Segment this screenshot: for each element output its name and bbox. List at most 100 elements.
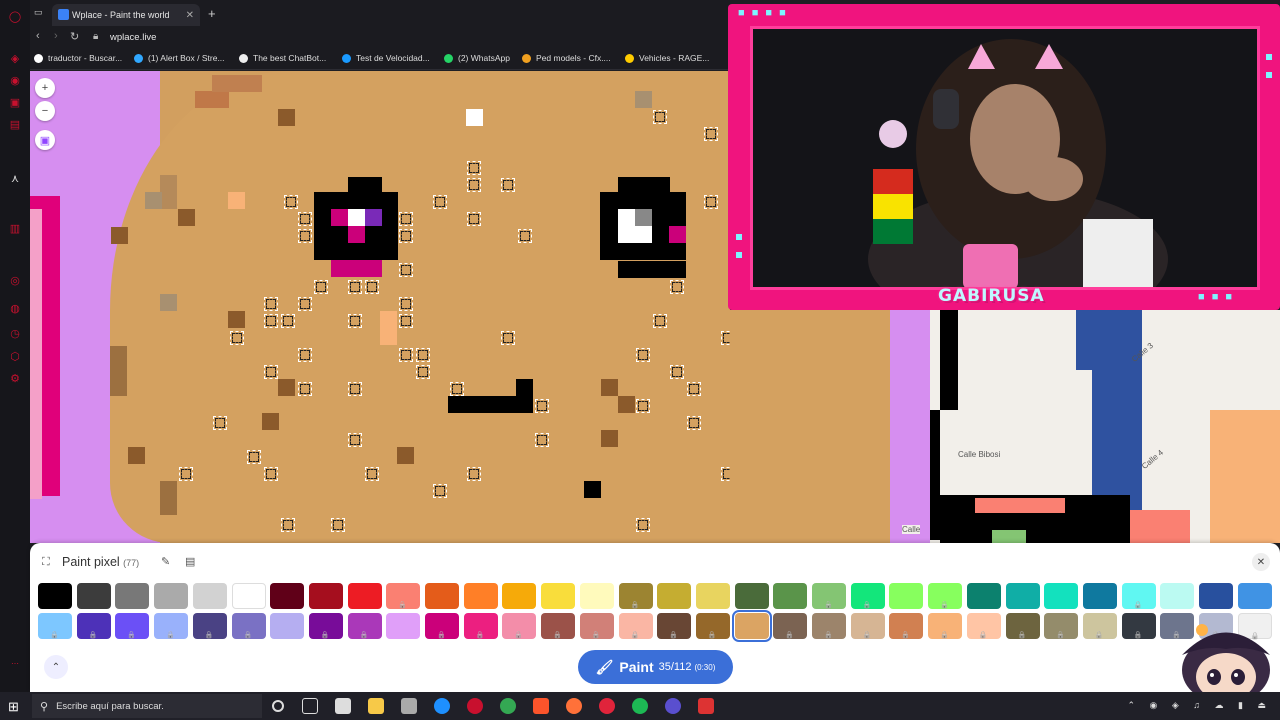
- map-region[interactable]: Calle 3 Calle Bibosi Calle 4 Calle: [730, 310, 1280, 543]
- color-swatch[interactable]: [812, 613, 846, 639]
- color-swatch[interactable]: [76, 613, 111, 639]
- pending-pixel[interactable]: [636, 399, 650, 413]
- bookmark-item[interactable]: traductor - Buscar...: [34, 53, 122, 63]
- color-swatch[interactable]: [502, 613, 537, 639]
- color-swatch[interactable]: [1005, 613, 1040, 639]
- pending-pixel[interactable]: [518, 229, 532, 243]
- color-swatch[interactable]: [734, 583, 769, 609]
- color-swatch[interactable]: [347, 583, 382, 609]
- pending-pixel[interactable]: [501, 178, 515, 192]
- color-swatch[interactable]: [38, 583, 72, 609]
- pending-pixel[interactable]: [284, 195, 298, 209]
- sidebar-settings-icon[interactable]: ⚙: [7, 370, 23, 386]
- pending-pixel[interactable]: [348, 280, 362, 294]
- color-swatch[interactable]: [386, 613, 421, 639]
- pending-pixel[interactable]: [450, 382, 464, 396]
- pending-pixel[interactable]: [314, 280, 328, 294]
- color-swatch[interactable]: [541, 613, 576, 639]
- back-icon[interactable]: ‹: [36, 30, 40, 42]
- taskbar-app-icon[interactable]: [698, 698, 714, 714]
- pending-pixel[interactable]: [704, 127, 718, 141]
- url-field[interactable]: wplace.live: [110, 32, 156, 43]
- pixel-canvas[interactable]: [30, 71, 730, 543]
- color-swatch[interactable]: [541, 583, 576, 609]
- pending-pixel[interactable]: [247, 450, 261, 464]
- pending-pixel[interactable]: [687, 416, 701, 430]
- pending-pixel[interactable]: [653, 314, 667, 328]
- pending-pixel[interactable]: [399, 263, 413, 277]
- forward-icon[interactable]: ›: [54, 30, 58, 42]
- color-swatch[interactable]: [1082, 583, 1117, 609]
- color-swatch[interactable]: [154, 613, 189, 639]
- pending-pixel[interactable]: [670, 280, 684, 294]
- color-swatch[interactable]: [1121, 613, 1156, 639]
- tab-wplace[interactable]: Wplace - Paint the world ✕: [52, 4, 200, 26]
- sidebar-twitch-icon[interactable]: ▥: [7, 220, 23, 236]
- color-swatch[interactable]: [192, 613, 227, 639]
- color-swatch[interactable]: [1160, 583, 1195, 609]
- sidebar-pinboard-icon[interactable]: ⋏: [7, 170, 23, 186]
- pending-pixel[interactable]: [348, 314, 362, 328]
- pending-pixel[interactable]: [179, 467, 193, 481]
- color-swatch[interactable]: [731, 610, 772, 642]
- taskbar-app-icon[interactable]: [335, 698, 351, 714]
- pending-pixel[interactable]: [535, 399, 549, 413]
- pending-pixel[interactable]: [670, 365, 684, 379]
- pending-pixel[interactable]: [399, 314, 413, 328]
- color-swatch[interactable]: [966, 583, 1001, 609]
- system-tray[interactable]: ⌃ ◉ ◈ ♫ ☁ ▮ ⏏: [1127, 700, 1272, 711]
- bookmark-item[interactable]: (2) WhatsApp: [444, 53, 510, 63]
- color-swatch[interactable]: [425, 583, 459, 609]
- pending-pixel[interactable]: [399, 348, 413, 362]
- color-swatch[interactable]: [1082, 613, 1117, 639]
- pending-pixel[interactable]: [348, 382, 362, 396]
- sidebar-more-icon[interactable]: ⋯: [7, 655, 23, 671]
- sidebar-messenger-icon[interactable]: ◉: [7, 72, 23, 88]
- color-swatch[interactable]: [38, 613, 72, 639]
- pending-pixel[interactable]: [298, 229, 312, 243]
- color-swatch[interactable]: [773, 583, 808, 609]
- sidebar-history-icon[interactable]: ◎: [7, 272, 23, 288]
- pending-pixel[interactable]: [535, 433, 549, 447]
- bookmark-item[interactable]: Ped models - Cfx....: [522, 53, 611, 63]
- color-swatch[interactable]: [115, 583, 150, 609]
- color-swatch[interactable]: [270, 583, 305, 609]
- chrome-icon[interactable]: [500, 698, 516, 714]
- color-swatch[interactable]: [1005, 583, 1040, 609]
- zoom-out-button[interactable]: −: [35, 101, 55, 121]
- zoom-in-button[interactable]: +: [35, 78, 55, 98]
- pending-pixel[interactable]: [213, 416, 227, 430]
- color-swatch[interactable]: [657, 613, 692, 639]
- sidebar-clock-icon[interactable]: ◷: [7, 325, 23, 341]
- pending-pixel[interactable]: [365, 467, 379, 481]
- vivaldi-icon[interactable]: [599, 698, 615, 714]
- pending-pixel[interactable]: [501, 331, 515, 345]
- color-swatch[interactable]: [695, 583, 730, 609]
- opera-icon[interactable]: [467, 698, 483, 714]
- pending-pixel[interactable]: [230, 331, 244, 345]
- color-swatch[interactable]: [347, 613, 382, 639]
- twitch-button[interactable]: ▣: [35, 130, 55, 150]
- pending-pixel[interactable]: [264, 297, 278, 311]
- bookmark-item[interactable]: (1) Alert Box / Stre...: [134, 53, 225, 63]
- reload-icon[interactable]: ↻: [70, 30, 79, 43]
- pending-pixel[interactable]: [467, 467, 481, 481]
- color-swatch[interactable]: [618, 583, 653, 609]
- color-swatch[interactable]: [812, 583, 846, 609]
- color-swatch[interactable]: [115, 613, 150, 639]
- pending-pixel[interactable]: [348, 433, 362, 447]
- pending-pixel[interactable]: [636, 348, 650, 362]
- pending-pixel[interactable]: [298, 348, 312, 362]
- color-swatch[interactable]: [889, 583, 924, 609]
- color-swatch[interactable]: [1044, 613, 1079, 639]
- pending-pixel[interactable]: [433, 195, 447, 209]
- file-explorer-icon[interactable]: [368, 698, 384, 714]
- pending-pixel[interactable]: [365, 280, 379, 294]
- paint-button[interactable]: 🖌︎ Paint 35/112 (0:30): [578, 650, 733, 684]
- bookmark-item[interactable]: Vehicles - RAGE...: [625, 53, 709, 63]
- pending-pixel[interactable]: [331, 518, 345, 532]
- pencil-icon[interactable]: ✎: [161, 555, 170, 568]
- firefox-icon[interactable]: [566, 698, 582, 714]
- color-swatch[interactable]: [695, 613, 730, 639]
- obs-icon[interactable]: [665, 698, 681, 714]
